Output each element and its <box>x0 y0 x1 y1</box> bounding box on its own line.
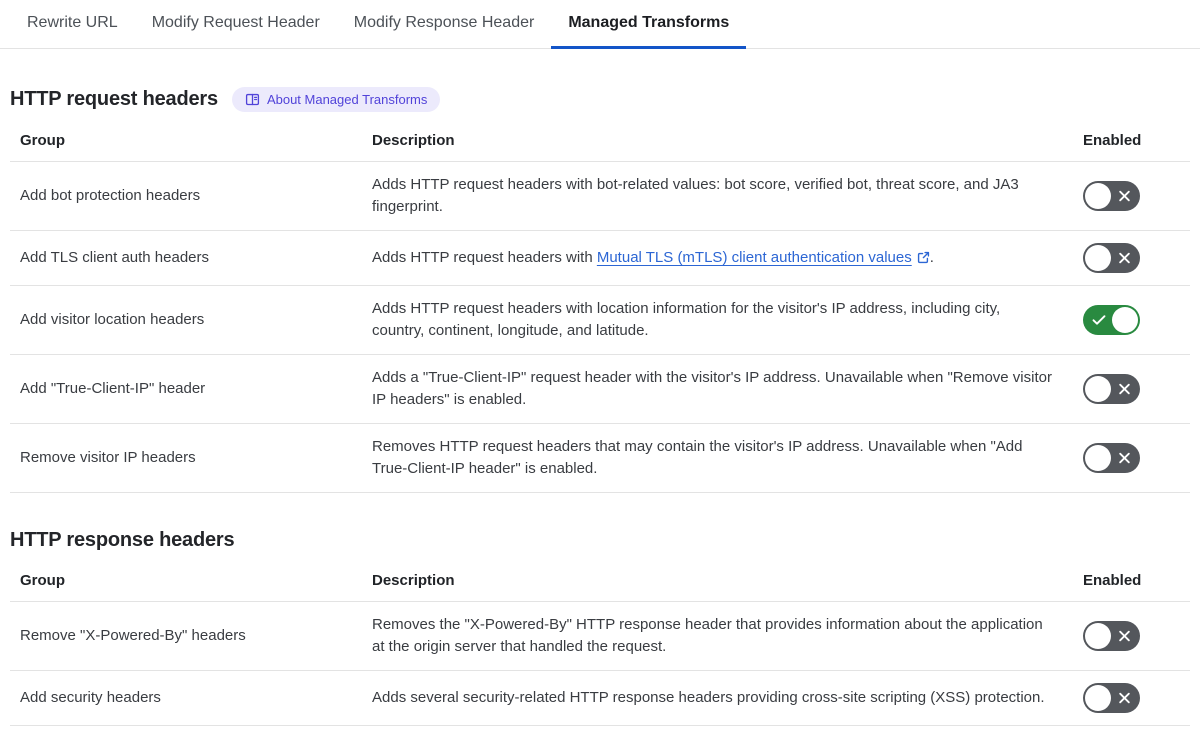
enabled-cell <box>1083 683 1190 713</box>
description-cell: Adds HTTP request headers with Mutual TL… <box>372 249 934 266</box>
toggle-knob <box>1085 623 1111 649</box>
enabled-cell <box>1083 621 1190 651</box>
description-cell: Removes HTTP request headers that may co… <box>372 438 1023 477</box>
table-row: Remove "X-Powered-By" headers Removes the… <box>10 602 1190 671</box>
response-headers-table: Group Description Enabled Remove "X-Powe… <box>10 564 1190 726</box>
section-title-response: HTTP response headers <box>10 529 235 551</box>
check-icon <box>1092 315 1106 325</box>
request-headers-table: Group Description Enabled Add bot protec… <box>10 124 1190 493</box>
group-cell: Remove visitor IP headers <box>20 449 196 466</box>
toggle-remove-x-powered-by-headers[interactable] <box>1083 621 1140 651</box>
enabled-cell <box>1083 305 1190 335</box>
column-header-enabled: Enabled <box>1083 572 1142 589</box>
group-cell: Add security headers <box>20 689 161 706</box>
external-link-icon <box>917 251 929 264</box>
http-response-headers-section: HTTP response headers Group Description … <box>10 529 1190 726</box>
table-row: Add TLS client auth headers Adds HTTP req… <box>10 231 1190 286</box>
group-cell: Add TLS client auth headers <box>20 249 210 266</box>
enabled-cell <box>1083 243 1190 273</box>
description-cell: Removes the "X-Powered-By" HTTP response… <box>372 616 1043 655</box>
section-head: HTTP response headers <box>10 529 1190 552</box>
tab-bar: Rewrite URL Modify Request Header Modify R… <box>0 0 1200 49</box>
toggle-add-visitor-location-headers[interactable] <box>1083 305 1140 335</box>
tab-modify-response-header[interactable]: Modify Response Header <box>337 0 552 49</box>
toggle-remove-visitor-ip-headers[interactable] <box>1083 443 1140 473</box>
enabled-cell <box>1083 181 1190 211</box>
enabled-cell <box>1083 443 1190 473</box>
x-icon <box>1119 692 1130 704</box>
toggle-knob <box>1085 685 1111 711</box>
column-header-description: Description <box>372 572 455 589</box>
enabled-cell <box>1083 374 1190 404</box>
table-row: Add security headers Adds several securit… <box>10 671 1190 726</box>
toggle-add-security-headers[interactable] <box>1083 683 1140 713</box>
column-header-description: Description <box>372 132 455 149</box>
section-title-request: HTTP request headers <box>10 88 218 110</box>
table-row: Add "True-Client-IP" header Adds a "True-… <box>10 355 1190 424</box>
about-managed-transforms-badge[interactable]: About Managed Transforms <box>231 87 441 112</box>
toggle-knob <box>1085 245 1111 271</box>
column-header-group: Group <box>20 572 65 589</box>
toggle-knob <box>1085 376 1111 402</box>
book-icon <box>245 92 260 107</box>
toggle-knob <box>1112 307 1138 333</box>
x-icon <box>1119 452 1130 464</box>
toggle-add-bot-protection-headers[interactable] <box>1083 181 1140 211</box>
tab-modify-request-header[interactable]: Modify Request Header <box>135 0 337 49</box>
description-cell: Adds a "True-Client-IP" request header w… <box>372 369 1052 408</box>
group-cell: Add visitor location headers <box>20 311 205 328</box>
x-icon <box>1119 190 1130 202</box>
description-cell: Adds HTTP request headers with bot-relat… <box>372 176 1019 215</box>
group-cell: Remove "X-Powered-By" headers <box>20 627 246 644</box>
table-row: Remove visitor IP headers Removes HTTP re… <box>10 424 1190 493</box>
description-cell: Adds HTTP request headers with location … <box>372 300 1001 339</box>
description-link[interactable]: Mutual TLS (mTLS) client authentication … <box>597 249 930 266</box>
toggle-knob <box>1085 183 1111 209</box>
http-request-headers-section: HTTP request headers About Managed Trans… <box>10 87 1190 493</box>
tab-rewrite-url[interactable]: Rewrite URL <box>10 0 135 49</box>
x-icon <box>1119 252 1130 264</box>
group-cell: Add bot protection headers <box>20 187 201 204</box>
section-head: HTTP request headers About Managed Trans… <box>10 87 1190 112</box>
toggle-add-true-client-ip-header[interactable] <box>1083 374 1140 404</box>
badge-label: About Managed Transforms <box>266 92 428 107</box>
table-header: Group Description Enabled <box>10 124 1190 162</box>
toggle-knob <box>1085 445 1111 471</box>
column-header-enabled: Enabled <box>1083 132 1142 149</box>
managed-transforms-page: HTTP request headers About Managed Trans… <box>0 49 1200 726</box>
table-row: Add visitor location headers Adds HTTP re… <box>10 286 1190 355</box>
column-header-group: Group <box>20 132 65 149</box>
toggle-add-tls-client-auth-headers[interactable] <box>1083 243 1140 273</box>
tab-managed-transforms[interactable]: Managed Transforms <box>551 0 747 49</box>
group-cell: Add "True-Client-IP" header <box>20 380 206 397</box>
x-icon <box>1119 630 1130 642</box>
description-cell: Adds several security-related HTTP respo… <box>372 689 1045 706</box>
table-header: Group Description Enabled <box>10 564 1190 602</box>
x-icon <box>1119 383 1130 395</box>
table-row: Add bot protection headers Adds HTTP requ… <box>10 162 1190 231</box>
